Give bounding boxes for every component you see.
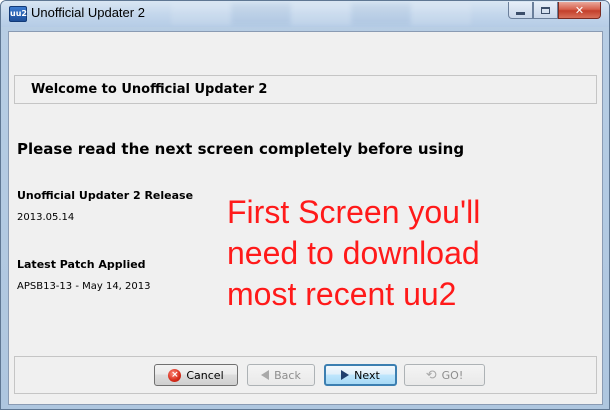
patch-value: APSB13-13 - May 14, 2013 bbox=[17, 281, 151, 292]
installer-window: uu2 Unofficial Updater 2 ✕ Welcome to Un… bbox=[0, 0, 610, 410]
window-controls: ✕ bbox=[508, 2, 601, 19]
uu2-app-icon: uu2 bbox=[9, 6, 27, 22]
patch-label: Latest Patch Applied bbox=[17, 258, 146, 271]
button-bar: × Cancel Back Next ⟲ GO! bbox=[14, 356, 597, 394]
release-label: Unofficial Updater 2 Release bbox=[17, 189, 194, 202]
next-arrow-icon bbox=[341, 370, 350, 380]
client-area: Welcome to Unofficial Updater 2 Please r… bbox=[8, 31, 603, 405]
maximize-icon bbox=[541, 6, 550, 14]
title-bar[interactable]: uu2 Unofficial Updater 2 ✕ bbox=[1, 1, 609, 27]
close-button[interactable]: ✕ bbox=[558, 2, 601, 19]
cancel-button[interactable]: × Cancel bbox=[154, 364, 238, 386]
go-label: GO! bbox=[441, 368, 464, 382]
next-label: Next bbox=[354, 368, 380, 382]
cancel-label: Cancel bbox=[186, 368, 224, 382]
minimize-button[interactable] bbox=[508, 2, 533, 19]
go-refresh-icon: ⟲ bbox=[425, 367, 437, 383]
release-value: 2013.05.14 bbox=[17, 212, 75, 223]
go-button[interactable]: ⟲ GO! bbox=[404, 364, 485, 386]
back-button[interactable]: Back bbox=[247, 364, 315, 386]
next-button[interactable]: Next bbox=[324, 364, 397, 386]
cancel-icon: × bbox=[168, 368, 182, 382]
main-instruction: Please read the next screen completely b… bbox=[17, 140, 465, 158]
back-arrow-icon bbox=[261, 370, 270, 380]
page-title: Welcome to Unofficial Updater 2 bbox=[31, 82, 268, 97]
back-label: Back bbox=[274, 368, 301, 382]
maximize-button[interactable] bbox=[533, 2, 558, 19]
minimize-icon bbox=[516, 11, 525, 15]
window-title: Unofficial Updater 2 bbox=[31, 5, 145, 20]
annotation-text: First Screen you'll need to download mos… bbox=[227, 194, 481, 312]
close-icon: ✕ bbox=[574, 3, 585, 17]
page-header: Welcome to Unofficial Updater 2 bbox=[14, 75, 597, 104]
